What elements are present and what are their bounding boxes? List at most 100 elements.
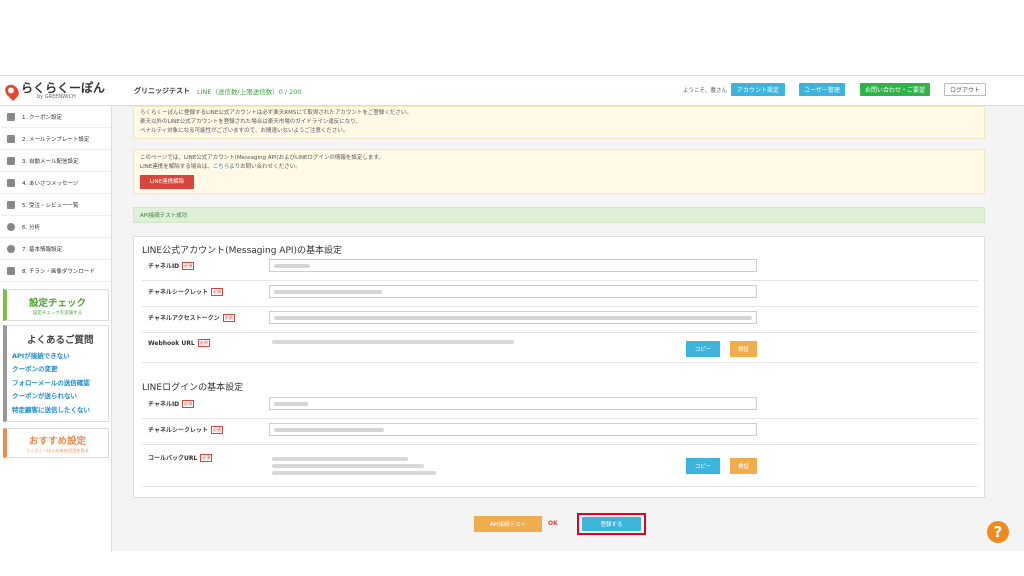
login-callback-row: コールバックURL 必須 コピー 検証: [142, 449, 978, 487]
messaging-channel-id-row: チャネルID 必須: [142, 257, 978, 281]
line-usage: LINE（送信数/上限送信数）0 / 200: [197, 88, 302, 96]
message-icon: [7, 178, 15, 187]
contact-link[interactable]: こちら: [213, 164, 230, 170]
user-management-button[interactable]: ユーザー管理: [799, 83, 845, 96]
rms-warning-notice: らくらくーぽんに登録するLINE公式アカウントは必ず楽天RMSにて取得されたアカ…: [133, 106, 985, 139]
gear-icon: [7, 244, 15, 253]
sidebar-item-analysis[interactable]: 6. 分析: [0, 216, 111, 238]
contact-button[interactable]: お問い合わせ・ご要望: [860, 83, 930, 96]
sidebar-item-coupon[interactable]: 1. クーポン設定: [0, 106, 111, 128]
channel-id-label: チャネルID: [148, 263, 180, 270]
logo-text: らくらくーぽん: [21, 80, 106, 95]
required-badge: 必須: [182, 261, 195, 270]
channel-secret-input[interactable]: [269, 285, 757, 298]
messaging-webhook-row: Webhook URL 必須 コピー 検証: [142, 335, 978, 363]
download-icon: [7, 266, 15, 275]
required-badge: 必須: [222, 313, 235, 322]
pie-chart-icon: [7, 222, 15, 231]
access-token-input[interactable]: [269, 311, 757, 324]
messaging-access-token-row: チャネルアクセストークン 必須: [142, 309, 978, 333]
sidebar-item-auto-mail[interactable]: 3. 自動メール配信設定: [0, 150, 111, 172]
account-settings-button[interactable]: アカウント設定: [731, 83, 785, 96]
faq-title: よくあるご質問: [27, 335, 94, 346]
login-channel-secret-label: チャネルシークレット: [148, 427, 208, 434]
callback-verify-button[interactable]: 検証: [730, 458, 757, 474]
faq-link[interactable]: フォローメールの送信確認: [12, 377, 108, 387]
field-label: チャネルシークレット 必須: [148, 287, 223, 296]
notice-text: よりお問い合わせください。: [229, 164, 301, 170]
required-badge: 必須: [197, 339, 210, 347]
field-label: チャネルID 必須: [148, 399, 195, 408]
logout-button[interactable]: ログアウト: [944, 83, 986, 96]
coupon-icon: [7, 112, 15, 121]
field-label: Webhook URL 必須: [148, 339, 210, 347]
faq-link[interactable]: 特定顧客に送信したくない: [12, 404, 108, 414]
sidebar-item-label: 7. 基本情報設定: [22, 246, 62, 253]
required-badge: 必須: [210, 425, 223, 434]
field-label: チャネルアクセストークン 必須: [148, 313, 235, 322]
callback-copy-button[interactable]: コピー: [686, 458, 720, 474]
top-bar: らくらくーぽん by GREENWICH グリニッジテスト LINE（送信数/上…: [0, 76, 1024, 106]
mail-icon: [7, 134, 15, 143]
recommended-title: おすすめ設定: [28, 436, 86, 447]
masked-value: [274, 264, 310, 268]
sidebar-item-greeting[interactable]: 4. あいさつメッセージ: [0, 172, 111, 194]
settings-check-box[interactable]: 設定チェック 設定チェックを実施する: [3, 289, 109, 321]
login-channel-secret-input[interactable]: [269, 423, 757, 436]
sidebar-item-label: 2. メールテンプレート設定: [22, 136, 90, 143]
sidebar-item-label: 3. 自動メール配信設定: [22, 158, 79, 165]
field-label: チャネルシークレット 必須: [148, 425, 223, 434]
api-success-alert: API接続テスト成功: [133, 207, 985, 223]
sidebar: 1. クーポン設定 2. メールテンプレート設定 3. 自動メール配信設定 4.…: [0, 106, 112, 552]
required-badge: 必須: [200, 453, 213, 462]
help-icon[interactable]: ?: [987, 521, 1009, 543]
channel-id-input[interactable]: [269, 259, 757, 272]
notice-line: このページでは、LINE公式アカウント(Messaging API)およびLIN…: [140, 155, 384, 161]
api-test-result: OK: [548, 520, 558, 527]
field-label: チャネルID 必須: [148, 261, 195, 270]
login-channel-id-label: チャネルID: [148, 401, 180, 408]
faq-link[interactable]: クーポンの変更: [12, 363, 108, 373]
page-info-notice: このページでは、LINE公式アカウント(Messaging API)およびLIN…: [133, 149, 985, 194]
sidebar-item-label: 1. クーポン設定: [22, 114, 62, 121]
sidebar-item-orders[interactable]: 5. 受注・レビュー一覧: [0, 194, 111, 216]
recommended-sub: らくらくーぽんの有効活用を見る: [26, 448, 89, 453]
webhook-url-value: [272, 340, 514, 344]
login-channel-id-input[interactable]: [269, 397, 757, 410]
register-button[interactable]: 登録する: [582, 517, 641, 531]
field-label: コールバックURL 必須: [148, 453, 213, 462]
recommended-settings-box[interactable]: おすすめ設定 らくらくーぽんの有効活用を見る: [3, 428, 109, 458]
sidebar-item-basic-settings[interactable]: 7. 基本情報設定: [0, 238, 111, 260]
webhook-verify-button[interactable]: 検証: [730, 341, 757, 357]
faq-link[interactable]: クーポンが送られない: [12, 390, 108, 400]
sidebar-item-label: 5. 受注・レビュー一覧: [22, 202, 79, 209]
notice-line: LINE連携を解除する場合は、こちらよりお問い合わせください。: [140, 163, 978, 172]
welcome-text: ようこそ、農さん: [683, 88, 728, 94]
masked-value: [274, 402, 308, 406]
login-channel-secret-row: チャネルシークレット 必須: [142, 421, 978, 445]
callback-url-value: [272, 457, 408, 461]
required-badge: 必須: [182, 399, 195, 408]
required-badge: 必須: [210, 287, 223, 296]
line-unlink-button[interactable]: LINE連携解除: [140, 175, 194, 189]
callback-url-value: [272, 471, 436, 475]
sidebar-item-mail-template[interactable]: 2. メールテンプレート設定: [0, 128, 111, 150]
logo[interactable]: らくらくーぽん by GREENWICH: [2, 80, 106, 102]
masked-value: [274, 428, 384, 432]
login-channel-id-row: チャネルID 必須: [142, 395, 978, 419]
faq-link[interactable]: APIが接続できない: [12, 350, 108, 360]
shop-name: グリニッジテスト: [134, 87, 190, 95]
messaging-channel-secret-row: チャネルシークレット 必須: [142, 283, 978, 307]
messaging-api-title: LINE公式アカウント(Messaging API)の基本設定: [142, 246, 343, 256]
notice-line: 楽天以外のLINE公式アカウントを登録された場合は楽天市場のガイドライン違反にな…: [140, 119, 362, 125]
notice-text: LINE連携を解除する場合は、: [140, 164, 213, 170]
masked-value: [274, 316, 752, 320]
faq-box: よくあるご質問 APIが接続できない クーポンの変更 フォローメールの送信確認 …: [3, 325, 109, 422]
sidebar-item-download[interactable]: 8. チラシ・画像ダウンロード: [0, 260, 111, 282]
app-window: らくらくーぽん by GREENWICH グリニッジテスト LINE（送信数/上…: [0, 75, 1024, 552]
webhook-copy-button[interactable]: コピー: [686, 341, 720, 357]
settings-check-sub: 設定チェックを実施する: [32, 311, 83, 316]
api-test-button[interactable]: API接続テスト: [474, 516, 542, 532]
notice-line: らくらくーぽんに登録するLINE公式アカウントは必ず楽天RMSにて取得されたアカ…: [140, 110, 412, 116]
register-highlight: 登録する: [577, 513, 646, 535]
